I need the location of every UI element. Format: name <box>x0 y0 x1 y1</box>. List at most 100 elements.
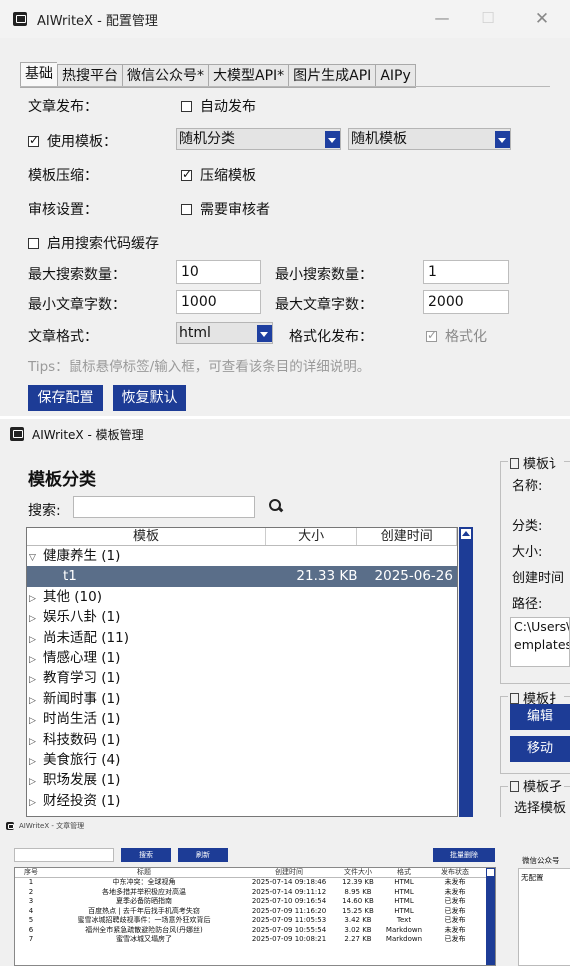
col-created[interactable]: 创建时间 <box>357 528 457 545</box>
tree-row[interactable]: ▷ 其他 (10) <box>27 587 457 607</box>
config-window-title: AIWriteX - 配置管理 <box>37 13 158 29</box>
batch-delete-button[interactable]: 批量删除 <box>433 848 495 862</box>
collapsed-triangle-icon[interactable]: ▷ <box>29 650 43 670</box>
collapsed-triangle-icon[interactable]: ▷ <box>29 670 43 690</box>
min-words-input[interactable]: 1000 <box>176 290 261 314</box>
review-checkbox[interactable]: 需要审核者 <box>181 199 270 219</box>
maximize-button[interactable]: ☐ <box>478 9 498 27</box>
tree-row-name: ▷ 美食旅行 (4) <box>27 750 266 770</box>
table-row[interactable]: 1 中东冲突：全球视角 2025-07-14 09:18:46 12.39 KB HTM… <box>15 878 495 888</box>
collapsed-triangle-icon[interactable]: ▷ <box>29 589 43 609</box>
table-row[interactable]: 7 蜜雪冰城又塌房了 2025-07-09 10:08:21 2.27 KB Markd… <box>15 935 495 945</box>
article-status: 未发布 <box>444 925 466 934</box>
template-category-combo[interactable]: 随机分类 <box>176 128 341 150</box>
tree-row[interactable]: ▷ 时尚生活 (1) <box>27 709 457 729</box>
tree-scrollbar[interactable] <box>459 527 473 817</box>
expanded-triangle-icon[interactable]: ▽ <box>29 548 43 568</box>
search-icon[interactable] <box>269 499 281 511</box>
edit-button[interactable]: 编辑 <box>510 704 570 730</box>
article-created: 2025-07-09 10:08:21 <box>251 935 327 943</box>
table-row[interactable]: 2 各地多措并举积极应对高温 2025-07-14 09:11:12 8.95 KB H… <box>15 888 495 898</box>
tree-row-name: ▽ 健康养生 (1) <box>27 546 266 566</box>
checkbox-icon <box>181 101 192 112</box>
article-table[interactable]: 序号 标题 创建时间 文件大小 格式 发布状态 1 中东冲突：全球视角 2025-0… <box>14 867 496 966</box>
max-words-label: 最大文章字数： <box>275 297 373 313</box>
format-combo[interactable]: html <box>176 322 273 344</box>
collapsed-triangle-icon[interactable]: ▷ <box>29 752 43 772</box>
collapsed-triangle-icon[interactable]: ▷ <box>29 691 43 711</box>
max-search-input[interactable]: 10 <box>176 260 261 284</box>
article-filesize: 3.42 KB <box>344 916 372 924</box>
chevron-down-icon[interactable] <box>257 325 272 342</box>
article-index: 4 <box>28 906 34 915</box>
cache-checkbox[interactable]: 启用搜索代码缓存 <box>28 233 159 253</box>
minimize-button[interactable]: — <box>432 9 452 27</box>
restore-default-button[interactable]: 恢复默认 <box>113 385 186 411</box>
tab-basic[interactable]: 基础 <box>20 62 57 88</box>
tree-row[interactable]: ▷ 新闻时事 (1) <box>27 689 457 709</box>
max-words-input[interactable]: 2000 <box>423 290 509 314</box>
tree-row[interactable]: ▷ 科技数码 (1) <box>27 730 457 750</box>
article-refresh-button[interactable]: 刷新 <box>178 848 228 862</box>
table-row[interactable]: 4 百度热点 | 去千年后找手机高考失窃 2025-07-09 11:16:20 15… <box>15 907 495 917</box>
tree-row[interactable]: ▷ 情感心理 (1) <box>27 648 457 668</box>
tab-aipy[interactable]: AIPy <box>375 64 416 88</box>
tree-row[interactable]: ▷ 尚未适配 (11) <box>27 628 457 648</box>
collapsed-triangle-icon[interactable]: ▷ <box>29 711 43 731</box>
format-checkbox[interactable]: 格式化 <box>426 326 487 346</box>
article-title: 蜜雪冰城又塌房了 <box>116 935 172 943</box>
col-title[interactable]: 标题 <box>47 868 241 877</box>
col-format[interactable]: 格式 <box>379 868 429 877</box>
collapsed-triangle-icon[interactable]: ▷ <box>29 609 43 629</box>
col-size[interactable]: 大小 <box>266 528 358 545</box>
col-created[interactable]: 创建时间 <box>241 868 337 877</box>
col-index[interactable]: 序号 <box>15 868 47 877</box>
search-input[interactable] <box>73 496 255 518</box>
col-template[interactable]: 模板 <box>27 528 266 545</box>
template-combo[interactable]: 随机模板 <box>348 128 511 150</box>
scroll-up-icon[interactable] <box>461 529 471 539</box>
table-row[interactable]: 6 福州全市紧急疏散避险防台风(丹娜丝) 2025-07-09 10:55:54 3.… <box>15 926 495 936</box>
tree-row-size <box>266 770 358 790</box>
article-search-button[interactable]: 搜索 <box>121 848 171 862</box>
col-filesize[interactable]: 文件大小 <box>337 868 379 877</box>
auto-publish-checkbox[interactable]: 自动发布 <box>181 96 256 116</box>
min-search-input[interactable]: 1 <box>423 260 509 284</box>
use-template-checkbox[interactable]: 使用模板： <box>28 131 117 151</box>
close-button[interactable]: ✕ <box>532 9 552 29</box>
article-search-input[interactable] <box>14 848 114 862</box>
collapsed-triangle-icon[interactable]: ▷ <box>29 732 43 752</box>
tree-row[interactable]: ▽ 健康养生 (1) <box>27 546 457 566</box>
article-format: HTML <box>394 878 414 886</box>
tree-row-label: 健康养生 (1) <box>43 548 121 564</box>
tree-row-time <box>357 750 457 770</box>
col-status[interactable]: 发布状态 <box>429 868 481 877</box>
tree-row[interactable]: ▷ 美食旅行 (4) <box>27 750 457 770</box>
compress-checkbox[interactable]: 压缩模板 <box>181 165 256 185</box>
tree-row[interactable]: ▷ 娱乐八卦 (1) <box>27 607 457 627</box>
tab-hot-platforms[interactable]: 热搜平台 <box>57 64 122 88</box>
chevron-down-icon[interactable] <box>495 131 510 148</box>
collapsed-triangle-icon[interactable]: ▷ <box>29 772 43 792</box>
template-tree[interactable]: 模板 大小 创建时间 ▽ 健康养生 (1) t1 21.33 KB 2025-06-26… <box>26 527 458 817</box>
tree-row[interactable]: ▷ 职场发展 (1) <box>27 770 457 790</box>
chevron-down-icon[interactable] <box>325 131 340 148</box>
tree-row[interactable]: t1 21.33 KB 2025-06-26 <box>27 566 457 587</box>
tree-row[interactable]: ▷ 财经投资 (1) <box>27 791 457 811</box>
collapsed-triangle-icon[interactable]: ▷ <box>29 630 43 650</box>
tab-image-api[interactable]: 图片生成API <box>288 64 376 88</box>
tab-llm-api[interactable]: 大模型API* <box>208 64 289 88</box>
tab-wechat[interactable]: 微信公众号* <box>122 64 208 88</box>
table-row[interactable]: 5 蜜雪冰城招聘歧视事件：一场意外狂欢背后 2025-07-09 11:05:53 3… <box>15 916 495 926</box>
collapsed-triangle-icon[interactable]: ▷ <box>29 793 43 813</box>
tree-row-time: 2025-06-26 <box>374 568 453 585</box>
tree-row[interactable]: ▷ 教育学习 (1) <box>27 668 457 688</box>
tree-row-label: 教育学习 (1) <box>43 670 121 687</box>
tree-row-time <box>357 668 457 688</box>
table-row[interactable]: 3 夏季必备防晒指南 2025-07-10 09:16:54 14.60 KB HTML… <box>15 897 495 907</box>
select-frame-title: 模板孑 <box>508 776 565 795</box>
article-scrollbar[interactable] <box>486 868 495 965</box>
move-button[interactable]: 移动 <box>510 736 570 762</box>
save-config-button[interactable]: 保存配置 <box>28 385 103 411</box>
wechat-list[interactable]: 无配置 <box>518 868 570 966</box>
